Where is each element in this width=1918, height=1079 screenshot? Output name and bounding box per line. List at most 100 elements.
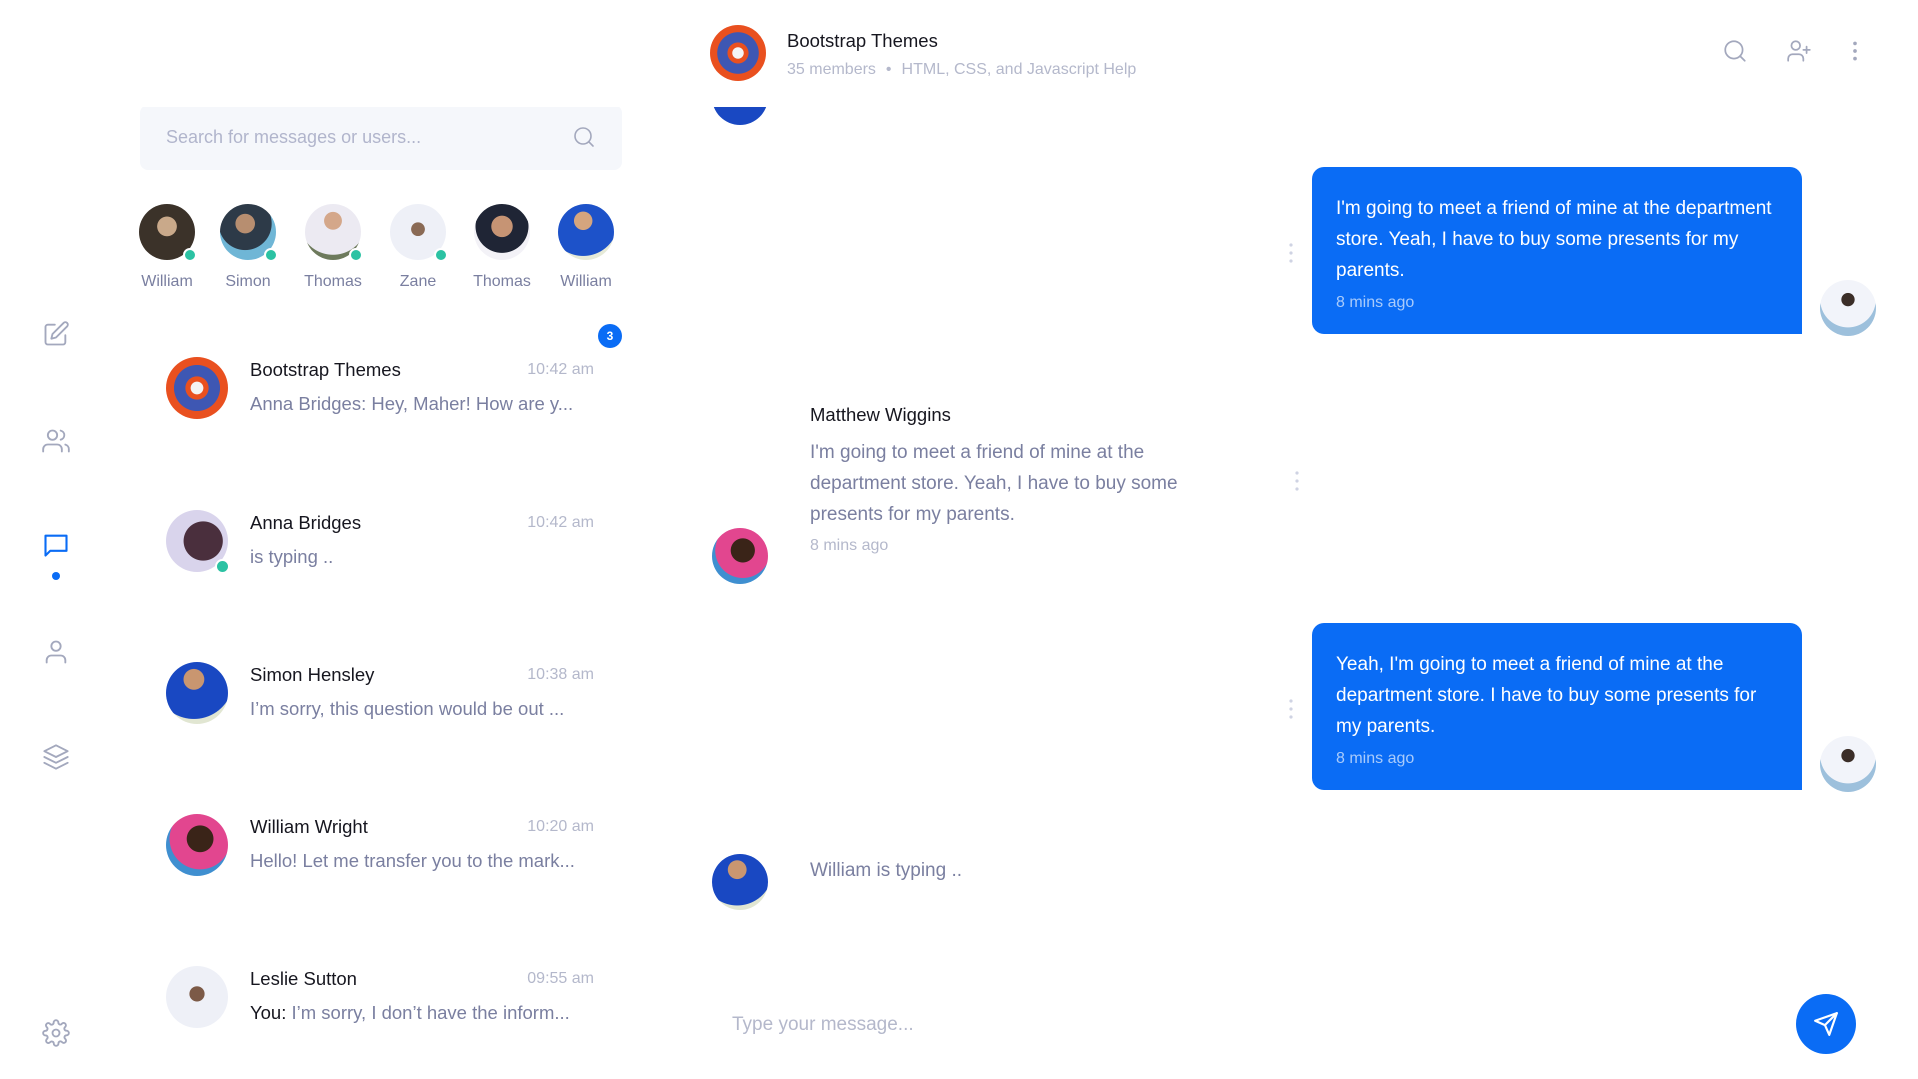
- send-icon: [1814, 1012, 1838, 1036]
- online-indicator: [434, 248, 448, 262]
- story-name: Simon: [225, 273, 271, 290]
- chat-list-item[interactable]: Anna Bridges 10:42 am is typing ..: [140, 510, 610, 620]
- chat-bubble-icon: [44, 534, 68, 557]
- chat-preview: Anna Bridges: Hey, Maher! How are y...: [250, 393, 574, 414]
- edit-icon: [44, 321, 69, 346]
- story-name: Zane: [399, 273, 437, 290]
- message-options-icon[interactable]: [1288, 698, 1294, 720]
- settings-button[interactable]: [42, 1019, 70, 1047]
- avatar-html5: [166, 357, 228, 419]
- message-options-icon[interactable]: [1288, 242, 1294, 264]
- avatar: [712, 528, 768, 584]
- rail-item-profile[interactable]: [42, 638, 70, 666]
- story-item[interactable]: Simon: [208, 204, 288, 291]
- chat-time: 10:20 am: [527, 818, 594, 835]
- user-icon: [45, 640, 67, 664]
- message-bubble-outgoing: Yeah, I'm going to meet a friend of mine…: [1312, 623, 1802, 790]
- separator-dot: •: [885, 61, 892, 78]
- message-text: I'm going to meet a friend of mine at th…: [1336, 198, 1772, 281]
- more-options-button[interactable]: [1842, 38, 1868, 64]
- chat-preview: Hello! Let me transfer you to the mark..…: [250, 850, 575, 871]
- chat-preview-text: I’m sorry, I don’t have the inform...: [291, 1002, 570, 1023]
- chat-list-item[interactable]: Bootstrap Themes 10:42 am Anna Bridges: …: [140, 357, 610, 467]
- avatar: [1820, 280, 1876, 336]
- chat-name: Bootstrap Themes: [250, 359, 401, 380]
- layers-icon: [43, 744, 69, 770]
- group-avatar-overlay: [710, 25, 766, 81]
- chat-name: Anna Bridges: [250, 512, 362, 533]
- online-indicator: [349, 248, 363, 262]
- avatar: [139, 204, 197, 262]
- rail-item-chats[interactable]: [42, 531, 70, 559]
- story-name: William: [141, 273, 193, 290]
- chat-time: 10:42 am: [527, 514, 594, 531]
- chat-list-item[interactable]: William Wright 10:20 am Hello! Let me tr…: [140, 814, 610, 924]
- avatar: [166, 966, 228, 1028]
- story-item[interactable]: Thomas: [293, 204, 373, 291]
- online-indicator: [183, 248, 197, 262]
- story-name: Thomas: [473, 273, 531, 290]
- chat-preview: You: I’m sorry, I don’t have the inform.…: [250, 1002, 590, 1024]
- avatar: [390, 204, 448, 262]
- message-text: I'm going to meet a friend of mine at th…: [810, 442, 1178, 525]
- gear-icon: [42, 1019, 70, 1047]
- message-bubble-outgoing: I'm going to meet a friend of mine at th…: [1312, 167, 1802, 334]
- you-prefix: You:: [250, 1002, 287, 1023]
- avatar: [166, 662, 228, 724]
- conversation-title-overlay: Bootstrap Themes: [787, 30, 938, 51]
- story-item[interactable]: William: [546, 204, 626, 291]
- avatar: [305, 204, 363, 262]
- chat-name: Leslie Sutton: [250, 968, 357, 989]
- search-conversation-button[interactable]: [1722, 38, 1748, 64]
- users-icon: [42, 429, 70, 453]
- more-vertical-icon: [1853, 41, 1857, 61]
- story-item[interactable]: Zane: [378, 204, 458, 291]
- avatar: [166, 814, 228, 876]
- active-indicator-dot: [52, 572, 60, 580]
- chat-preview: I’m sorry, this question would be out ..…: [250, 698, 565, 719]
- header-backdrop: [0, 0, 1918, 107]
- avatar: [166, 510, 230, 574]
- group-description: HTML, CSS, and Javascript Help: [901, 61, 1137, 78]
- chat-time: 10:38 am: [527, 666, 594, 683]
- message-composer: [732, 1000, 1712, 1050]
- conversation-subtitle-overlay: 35 members • HTML, CSS, and Javascript Hel…: [787, 61, 1136, 79]
- message-options-icon[interactable]: [1294, 470, 1300, 492]
- rail-item-stack[interactable]: [42, 743, 70, 771]
- message-text: Yeah, I'm going to meet a friend of mine…: [1336, 654, 1757, 737]
- online-indicator: [215, 559, 230, 574]
- search-box: [140, 105, 622, 170]
- rail-item-contacts[interactable]: [42, 427, 70, 455]
- avatar: [712, 854, 768, 910]
- chat-name: William Wright: [250, 816, 368, 837]
- chat-list-item[interactable]: Leslie Sutton 09:55 am You: I’m sorry, I…: [140, 966, 610, 1076]
- message-input[interactable]: [732, 1000, 1712, 1050]
- member-count: 35 members: [787, 61, 876, 78]
- chat-time: 09:55 am: [527, 970, 594, 987]
- story-name: William: [560, 273, 612, 290]
- online-indicator: [264, 248, 278, 262]
- message-time: 8 mins ago: [1336, 750, 1415, 767]
- search-icon: [1724, 40, 1746, 62]
- typing-indicator: William is typing ..: [810, 860, 963, 881]
- send-button[interactable]: [1796, 994, 1856, 1054]
- message-time: 8 mins ago: [1336, 294, 1415, 311]
- chat-name: Simon Hensley: [250, 664, 375, 685]
- chat-list-item[interactable]: Simon Hensley 10:38 am I’m sorry, this q…: [140, 662, 610, 772]
- avatar: [558, 204, 614, 260]
- story-item[interactable]: Thomas: [462, 204, 542, 291]
- unread-badge: 3: [598, 324, 622, 348]
- avatar: [1820, 736, 1876, 792]
- add-member-button[interactable]: [1786, 38, 1812, 64]
- search-input[interactable]: [166, 105, 556, 170]
- story-name: Thomas: [304, 273, 362, 290]
- message-time: 8 mins ago: [810, 537, 889, 554]
- message-author: Matthew Wiggins: [810, 404, 951, 425]
- story-item[interactable]: William: [127, 204, 207, 291]
- chat-time: 10:42 am: [527, 361, 594, 378]
- chat-preview: is typing ..: [250, 546, 334, 567]
- add-user-icon: [1787, 40, 1811, 62]
- search-icon[interactable]: [572, 125, 596, 149]
- avatar: [474, 204, 530, 260]
- rail-item-new-chat[interactable]: [42, 320, 70, 348]
